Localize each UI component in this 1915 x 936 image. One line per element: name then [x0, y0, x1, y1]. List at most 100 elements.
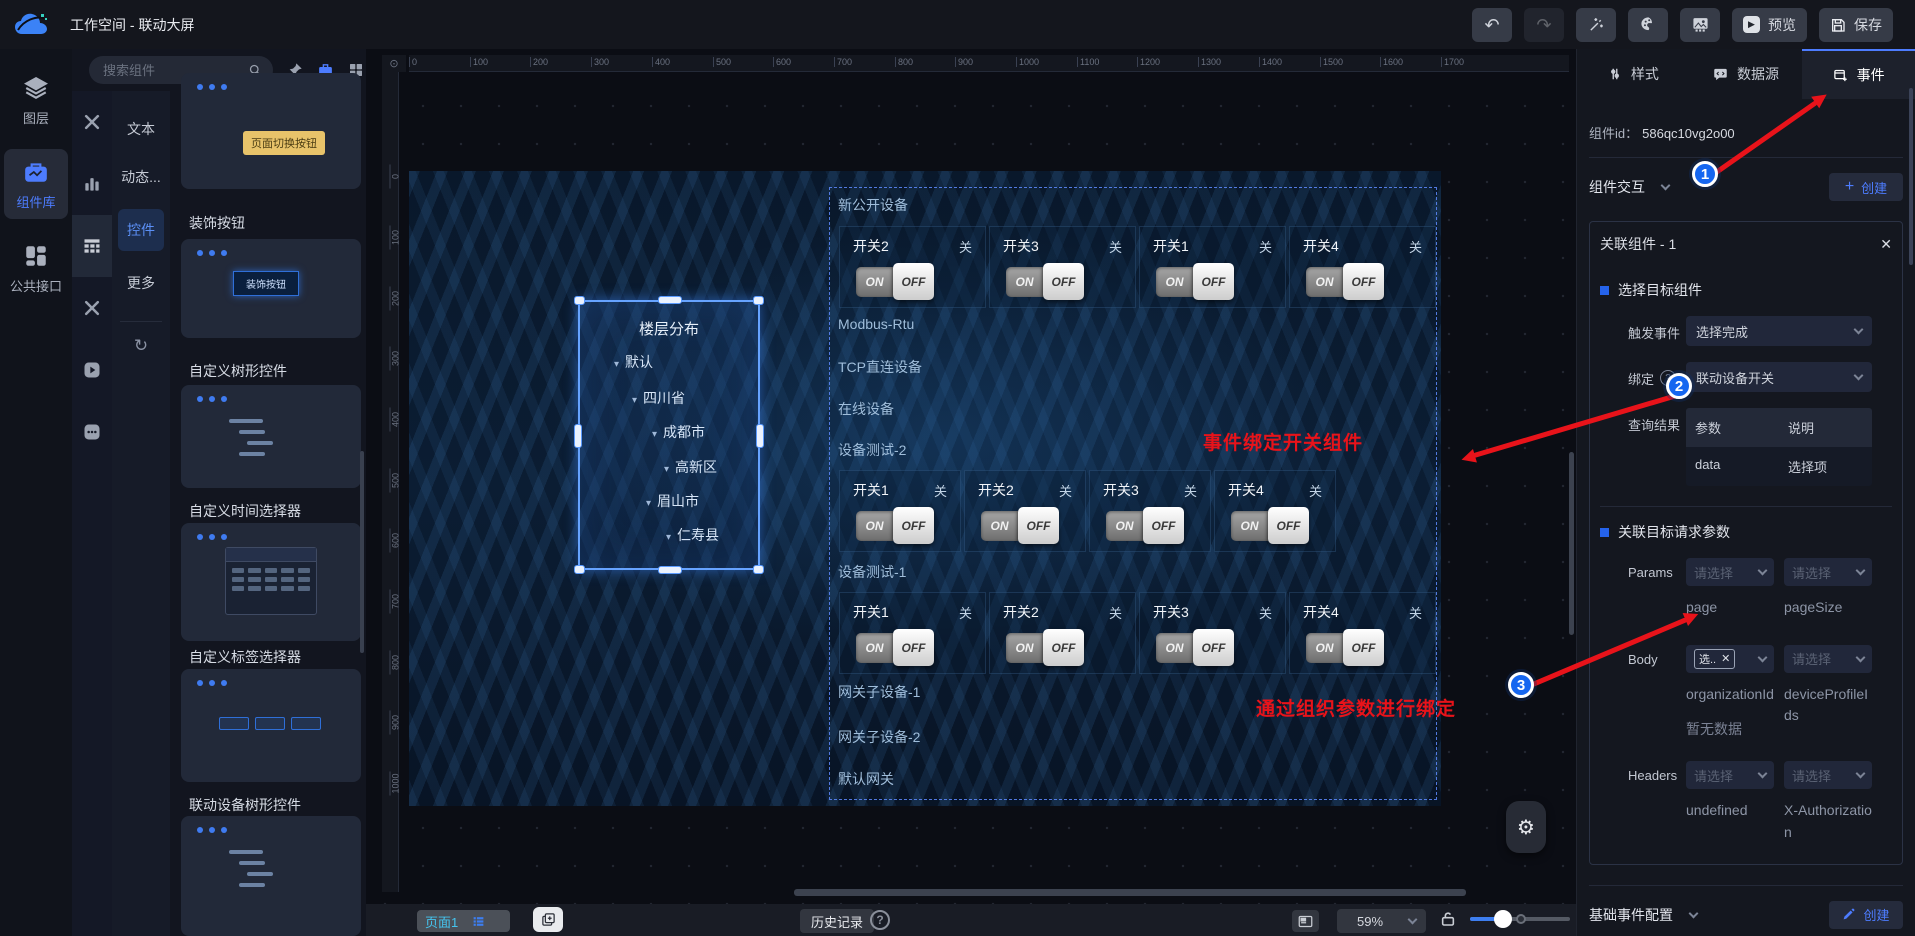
tab-more[interactable]: 更多: [118, 267, 164, 299]
category-more-icon[interactable]: [72, 401, 112, 463]
toggle-on[interactable]: ON: [1306, 267, 1343, 297]
editor-canvas[interactable]: ⊙ 0100 200300 400500 600700 800900 10001…: [366, 49, 1576, 936]
toggle-on[interactable]: ON: [1156, 633, 1193, 663]
tab-text[interactable]: 文本: [118, 113, 164, 145]
tree-node[interactable]: ▾成都市: [652, 422, 705, 442]
unlock-icon[interactable]: [1440, 910, 1456, 928]
toggle-off[interactable]: OFF: [1343, 629, 1384, 666]
toggle-off[interactable]: OFF: [1193, 263, 1234, 300]
component-list-scrollbar[interactable]: [360, 451, 364, 653]
toggle-on[interactable]: ON: [1306, 633, 1343, 663]
device-section-label[interactable]: 在线设备: [838, 399, 894, 419]
category-table-icon[interactable]: [72, 215, 112, 277]
headers-select-1[interactable]: 请选择: [1686, 761, 1774, 789]
switch-toggle[interactable]: ONOFF: [856, 267, 932, 297]
toggle-off[interactable]: OFF: [1043, 629, 1084, 666]
device-section-label[interactable]: 默认网关: [838, 769, 894, 789]
theme-button[interactable]: [1628, 8, 1668, 42]
sidebar-item-components[interactable]: 组件库: [4, 149, 68, 219]
tab-dynamic[interactable]: 动态...: [118, 161, 164, 193]
switch-toggle[interactable]: ONOFF: [1106, 511, 1182, 541]
zoom-level-dropdown[interactable]: 59%: [1337, 909, 1426, 933]
switch-toggle[interactable]: ONOFF: [856, 511, 932, 541]
switch-toggle[interactable]: ONOFF: [856, 633, 932, 663]
toggle-off[interactable]: OFF: [893, 263, 934, 300]
switch-toggle[interactable]: ONOFF: [981, 511, 1057, 541]
resize-handle[interactable]: [574, 296, 585, 305]
sidebar-item-layers[interactable]: 图层: [4, 65, 68, 135]
card-device-tree[interactable]: [181, 816, 361, 936]
page-tab[interactable]: 页面1: [417, 910, 510, 932]
toggle-on[interactable]: ON: [1106, 511, 1143, 541]
device-section-label[interactable]: 设备测试-2: [838, 440, 906, 460]
body-select-1[interactable]: 选..✕: [1686, 645, 1774, 673]
switch-toggle[interactable]: ONOFF: [1156, 633, 1232, 663]
category-media-icon[interactable]: [72, 339, 112, 401]
toggle-on[interactable]: ON: [1231, 511, 1268, 541]
device-section-label[interactable]: 网关子设备-2: [838, 727, 920, 747]
params-select-2[interactable]: 请选择: [1784, 558, 1872, 586]
sidebar-item-api[interactable]: 公共接口: [4, 233, 68, 303]
preview-button[interactable]: ▶ 预览: [1732, 8, 1807, 42]
close-icon[interactable]: ✕: [1880, 236, 1892, 253]
resize-handle[interactable]: [574, 424, 582, 448]
refresh-icon[interactable]: ↻: [134, 336, 148, 356]
ruler-origin-icon[interactable]: ⊙: [382, 55, 406, 72]
device-section-label[interactable]: Modbus-Rtu: [838, 316, 914, 332]
toggle-on[interactable]: ON: [1006, 633, 1043, 663]
tree-node[interactable]: ▾高新区: [664, 457, 717, 477]
category-design-icon[interactable]: [72, 91, 112, 153]
tab-control[interactable]: 控件: [118, 209, 164, 251]
switch-toggle[interactable]: ONOFF: [1231, 511, 1307, 541]
tag-remove-icon[interactable]: ✕: [1721, 652, 1730, 665]
headers-select-2[interactable]: 请选择: [1784, 761, 1872, 789]
body-select-2[interactable]: 请选择: [1784, 645, 1872, 673]
resize-handle[interactable]: [753, 565, 764, 574]
create-base-event-button[interactable]: 创建: [1829, 901, 1903, 929]
save-button[interactable]: 保存: [1819, 8, 1893, 42]
toggle-off[interactable]: OFF: [1018, 507, 1059, 544]
device-section-label[interactable]: 设备测试-1: [838, 562, 906, 582]
card-custom-tree[interactable]: [181, 385, 361, 488]
tree-node[interactable]: ▾眉山市: [646, 491, 699, 511]
tree-node[interactable]: ▾仁寿县: [666, 525, 719, 545]
floor-tree-component[interactable]: 楼层分布 ▾默认 ▾四川省 ▾成都市 ▾高新区 ▾眉山市 ▾仁寿县: [578, 300, 760, 570]
zoom-slider[interactable]: [1470, 917, 1570, 921]
panel-scrollbar[interactable]: [1909, 88, 1913, 265]
toggle-off[interactable]: OFF: [1143, 507, 1184, 544]
resize-handle[interactable]: [756, 424, 764, 448]
resize-handle[interactable]: [753, 296, 764, 305]
body-selected-tag[interactable]: 选..✕: [1694, 649, 1735, 669]
add-page-button[interactable]: [533, 907, 563, 932]
toggle-on[interactable]: ON: [981, 511, 1018, 541]
panel-toggle-button[interactable]: [1292, 910, 1319, 932]
toggle-off[interactable]: OFF: [1268, 507, 1309, 544]
toggle-on[interactable]: ON: [1006, 267, 1043, 297]
toggle-on[interactable]: ON: [856, 511, 893, 541]
switch-toggle[interactable]: ONOFF: [1006, 633, 1082, 663]
category-chart-icon[interactable]: [72, 153, 112, 215]
switch-toggle[interactable]: ONOFF: [1156, 267, 1232, 297]
tree-node[interactable]: ▾默认: [614, 352, 653, 372]
base-event-title[interactable]: 基础事件配置: [1589, 905, 1697, 925]
zoom-slider-knob[interactable]: [1494, 910, 1512, 928]
tree-node[interactable]: ▾四川省: [632, 388, 685, 408]
card-time-picker[interactable]: [181, 523, 361, 641]
resize-handle[interactable]: [574, 565, 585, 574]
toggle-on[interactable]: ON: [856, 267, 893, 297]
undo-button[interactable]: ↶: [1472, 8, 1512, 42]
magic-wand-button[interactable]: [1576, 8, 1616, 42]
create-interaction-button[interactable]: +创建: [1829, 173, 1903, 201]
card-page-switch-button[interactable]: 页面切换按钮: [181, 73, 361, 189]
canvas-hscrollbar[interactable]: [794, 889, 1466, 896]
device-section-label[interactable]: 网关子设备-1: [838, 682, 920, 702]
canvas-vscrollbar[interactable]: [1569, 452, 1574, 635]
interaction-title[interactable]: 组件交互: [1589, 177, 1669, 197]
category-tools-icon[interactable]: [72, 277, 112, 339]
toggle-on[interactable]: ON: [856, 633, 893, 663]
card-deco-button[interactable]: 装饰按钮: [181, 239, 361, 338]
canvas-settings-button[interactable]: ⚙: [1506, 801, 1546, 853]
resize-handle[interactable]: [658, 296, 682, 304]
toggle-off[interactable]: OFF: [1193, 629, 1234, 666]
tab-datasource[interactable]: 数据源: [1690, 49, 1803, 99]
